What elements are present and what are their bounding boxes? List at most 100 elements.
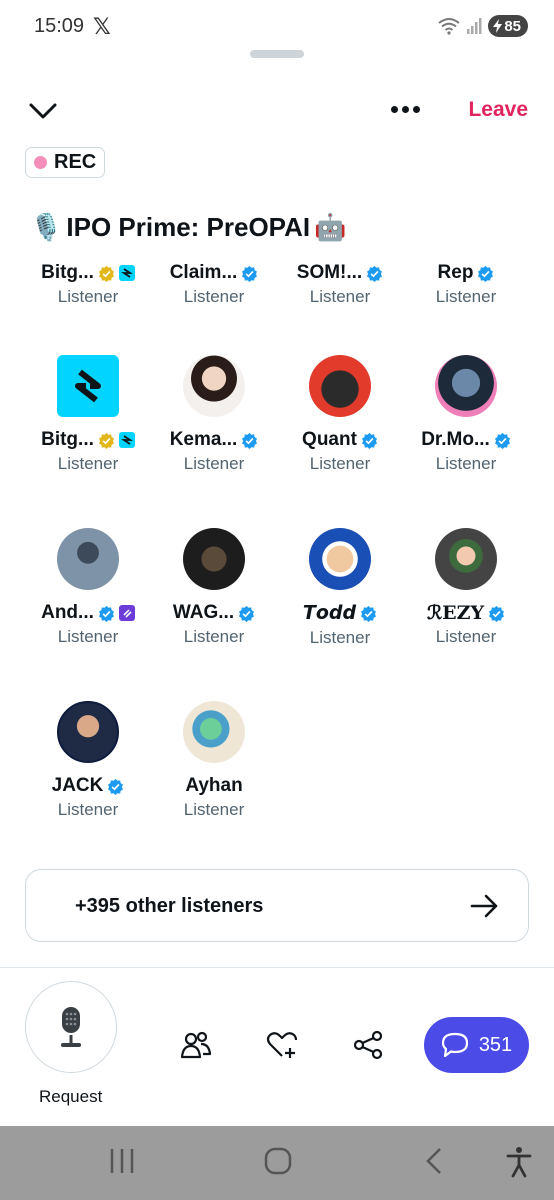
heart-plus-icon[interactable] [265,1028,299,1062]
participant[interactable]: Bitg... Listener [25,355,151,474]
avatar [183,528,245,590]
participant-name: Bitg... [41,262,94,283]
avatar [57,528,119,590]
space-header: Leave [0,90,554,130]
participant-name: Bitg... [41,429,94,450]
more-icon[interactable] [386,94,424,124]
verified-icon [361,605,377,622]
participant[interactable]: WAG... Listener [151,528,277,647]
participant-name: Quant [302,429,357,450]
x-logo-icon: 𝕏 [93,14,111,39]
divider [0,967,554,968]
participant-role: Listener [309,287,371,306]
participant[interactable]: SOM!... Listener [277,262,403,307]
battery-indicator: 85 [488,15,528,37]
participant-role: Listener [57,287,119,306]
participant-role: Listener [183,627,245,646]
bitget-badge-icon [118,265,135,281]
participant[interactable]: Quant Listener [277,355,403,474]
participant-role: Listener [57,627,119,646]
participant-name: Kema... [169,429,238,450]
participant[interactable]: And... Listener [25,528,151,647]
bitget-badge-icon [118,432,135,448]
avatar [57,701,119,763]
participant-role: Listener [183,800,245,819]
participant-name: Dr.Mo... [421,429,490,450]
chevron-down-icon [29,103,57,119]
share-icon[interactable] [351,1028,385,1062]
participant[interactable]: JACK Listener [25,701,151,820]
signal-icon [467,18,482,34]
participant[interactable]: 𝙏𝙤𝙙𝙙 Listener [277,528,403,648]
verified-icon [494,432,510,449]
wifi-icon [438,18,460,35]
reply-count: 351 [478,1033,513,1056]
recording-label: REC [54,151,97,173]
home-icon[interactable] [263,1146,293,1176]
gold-verified-icon [98,265,114,282]
verified-icon [242,432,258,449]
reply-bubble-icon [441,1032,468,1058]
participant[interactable]: Claim... Listener [151,262,277,307]
participant-name: Claim... [169,262,238,283]
space-title: 🎙️ IPO Prime: PreOPAI 🤖 [30,212,346,243]
battery-level: 85 [504,17,521,35]
participant-name: SOM!... [296,262,363,283]
participant-name: Rep [437,262,474,283]
org-badge-icon [118,605,135,621]
participant[interactable]: Ayhan Listener [151,701,277,820]
other-listeners-button[interactable]: +395 other listeners [25,869,529,942]
people-icon[interactable] [179,1028,213,1062]
verified-icon [108,778,124,795]
participant-name: 𝙏𝙤𝙙𝙙 [302,603,357,624]
leave-button[interactable]: Leave [468,98,528,122]
verified-icon [239,605,255,622]
bitget-logo-avatar [57,355,119,417]
robot-emoji: 🤖 [314,212,347,242]
charging-bolt-icon [493,19,503,33]
participant[interactable]: Kema... Listener [151,355,277,474]
back-icon[interactable] [423,1146,445,1176]
participant-role: Listener [309,628,371,647]
participant-name: ℛEZY [426,602,485,624]
participant-role: Listener [57,454,119,473]
status-bar: 15:09 𝕏 85 [0,0,554,54]
arrow-right-icon [470,894,498,918]
minimize-button[interactable] [26,94,60,128]
participant[interactable]: ℛEZY Listener [403,528,529,647]
avatar [183,355,245,417]
recording-badge: REC [25,147,106,178]
microphone-emoji: 🎙️ [30,212,63,242]
accessibility-icon[interactable] [506,1146,532,1178]
participant-name: JACK [51,775,104,796]
participant-role: Listener [183,287,245,306]
gold-verified-icon [98,432,114,449]
status-indicators: 85 [438,15,528,37]
participant-role: Listener [183,454,245,473]
status-time: 15:09 [34,15,85,37]
participant-role: Listener [435,454,497,473]
participant-role: Listener [435,287,497,306]
verified-icon [489,605,505,622]
microphone-icon [61,1007,81,1047]
avatar [183,701,245,763]
sheet-grab-handle[interactable] [250,50,304,58]
request-label: Request [39,1087,103,1106]
replies-button[interactable]: 351 [424,1017,529,1073]
participant[interactable]: Bitg... Listener [25,262,151,307]
verified-icon [367,265,383,282]
participant-name: WAG... [172,602,235,623]
verified-icon [98,605,114,622]
participant-role: Listener [309,454,371,473]
recents-icon[interactable] [108,1146,136,1176]
recording-dot-icon [34,156,47,169]
participant[interactable]: Dr.Mo... Listener [403,355,529,474]
verified-icon [478,265,494,282]
space-title-text: IPO Prime: PreOPAI [66,212,311,242]
verified-icon [242,265,258,282]
participant-role: Listener [435,627,497,646]
verified-icon [361,432,377,449]
participant-name: And... [41,602,94,623]
participant[interactable]: Rep Listener [403,262,529,307]
request-mic-button[interactable] [25,981,117,1073]
